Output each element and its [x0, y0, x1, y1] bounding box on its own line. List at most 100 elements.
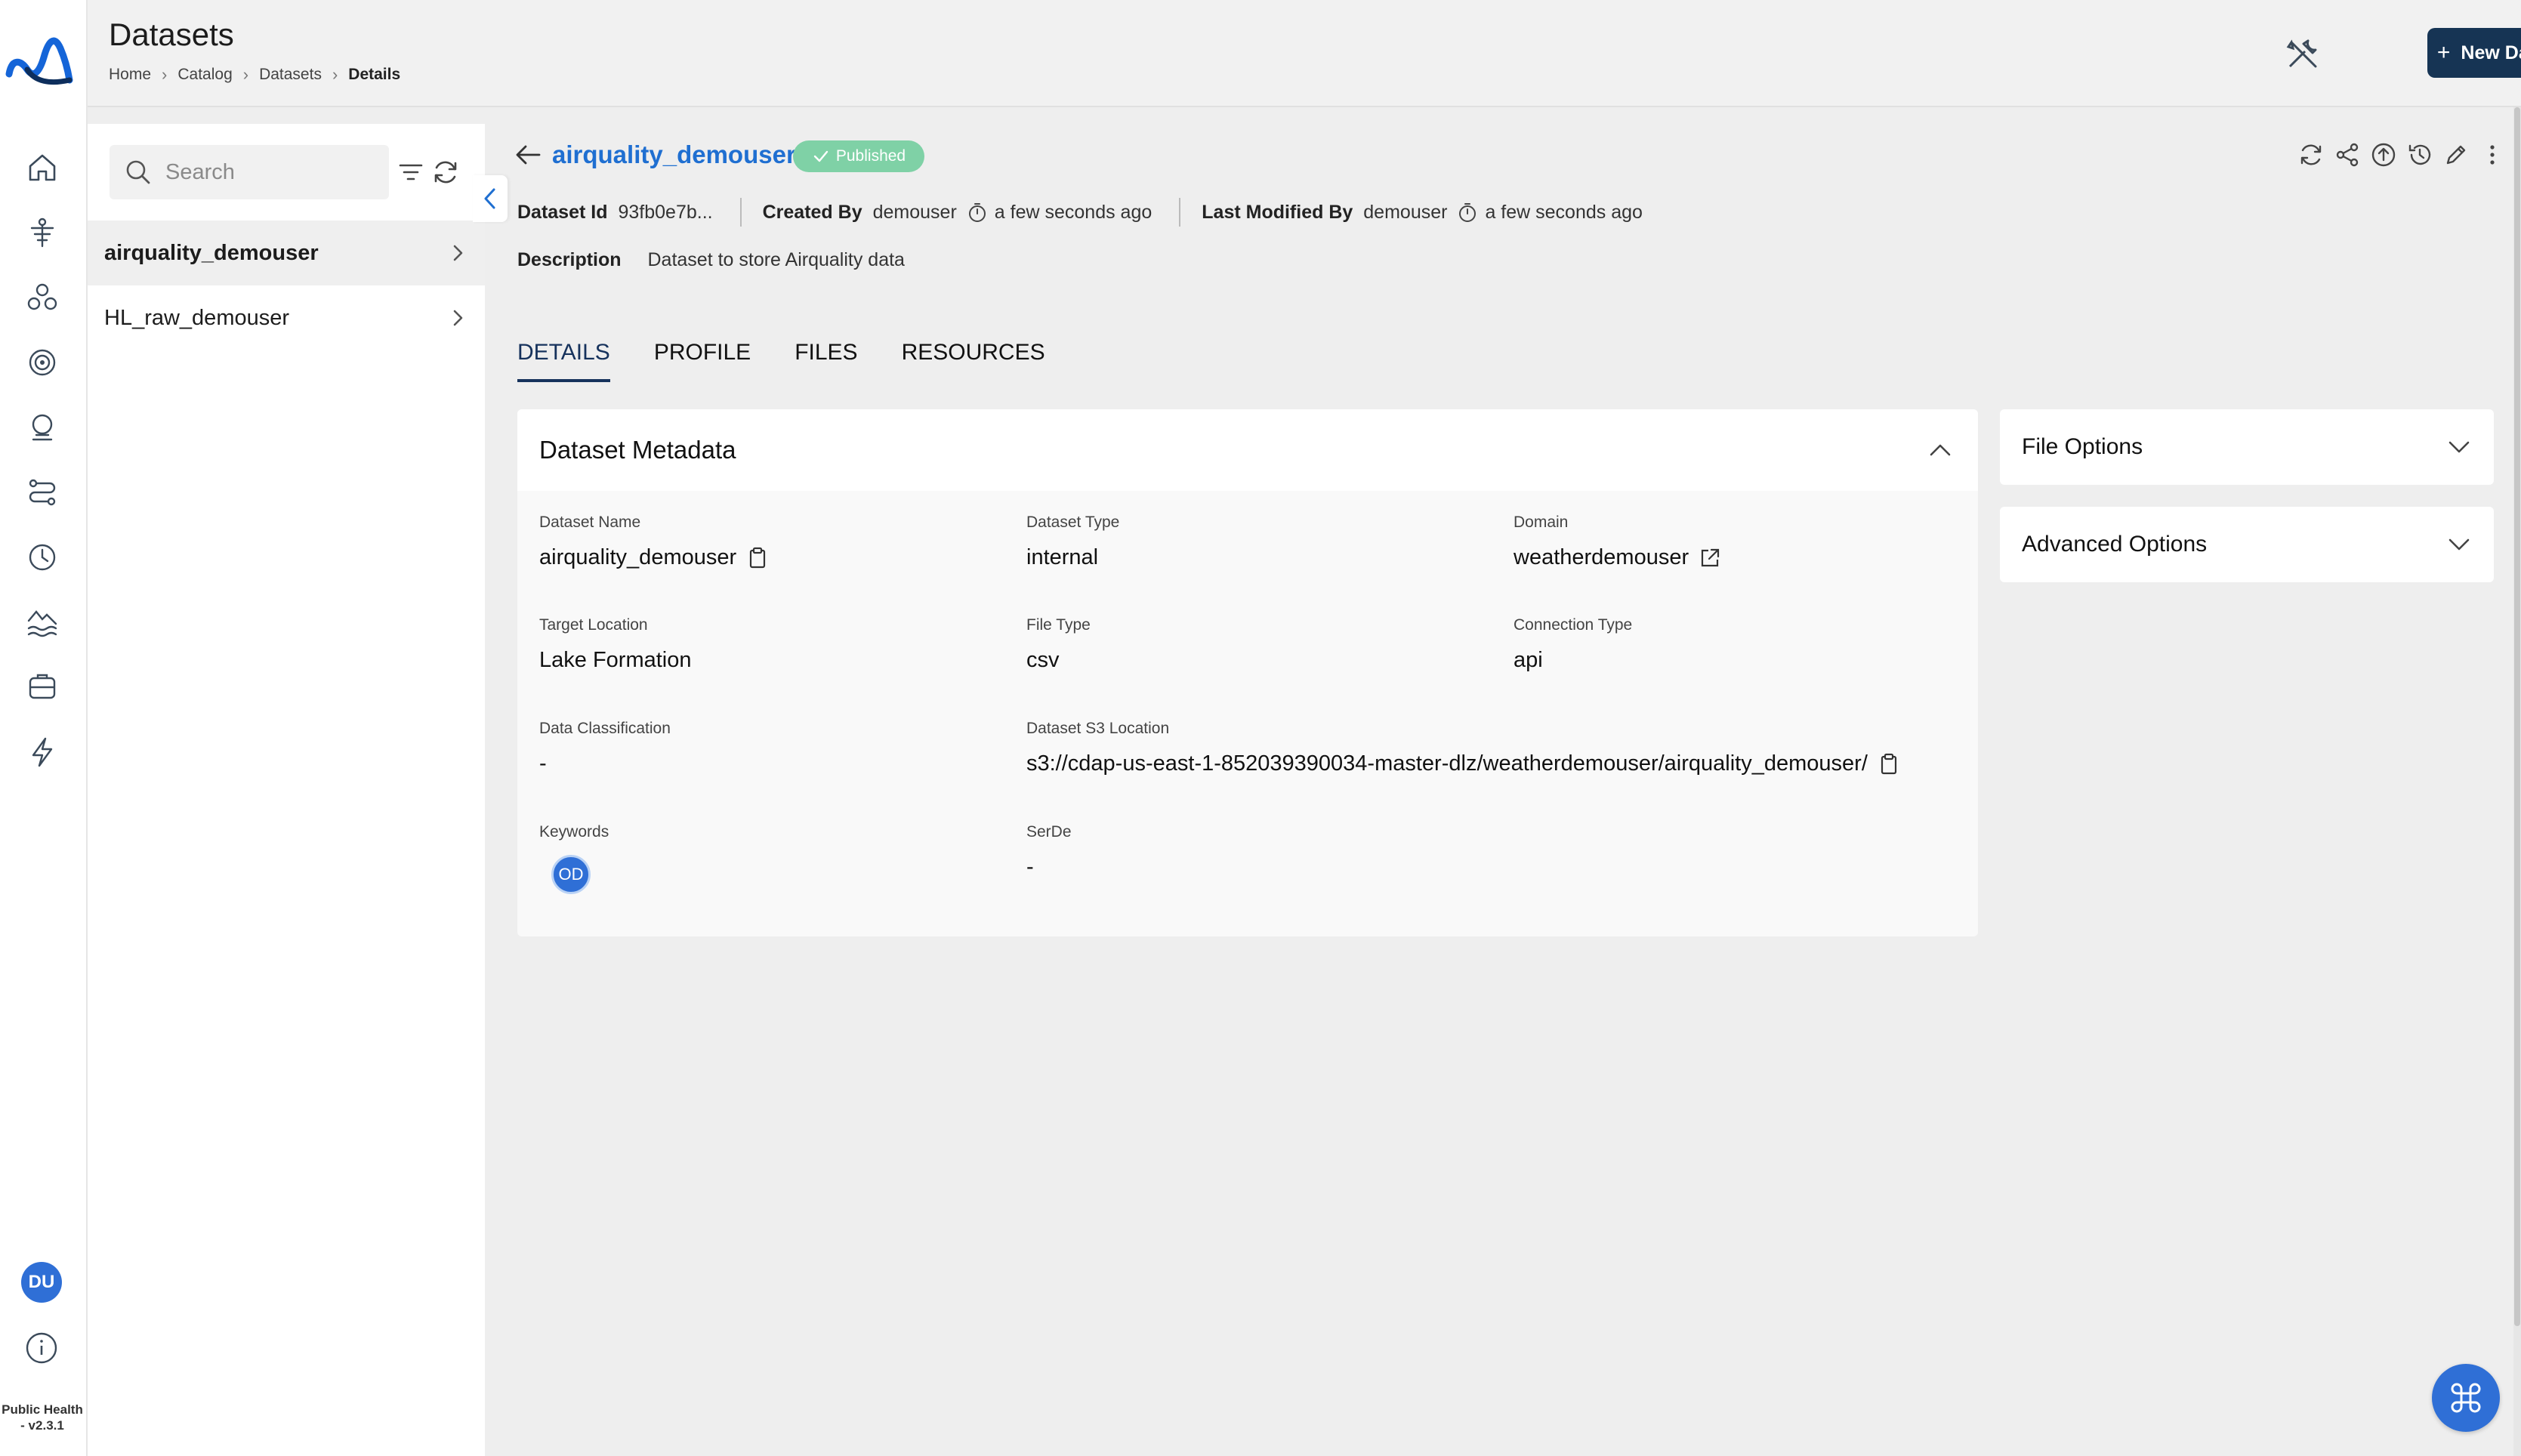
detail-tabs: DETAILS PROFILE FILES RESOURCES [517, 340, 1045, 382]
created-time: a few seconds ago [994, 201, 1153, 223]
field-dataset-name: Dataset Name airquality_demouser [539, 514, 770, 570]
field-keywords: Keywords OD [539, 823, 609, 894]
field-label: SerDe [1026, 823, 1072, 841]
pipeline-icon[interactable] [21, 471, 63, 514]
lake-icon[interactable] [21, 601, 63, 643]
dataset-title: airquality_demouser [552, 140, 796, 168]
chevron-up-icon[interactable] [1925, 435, 1955, 465]
field-value: Lake Formation [539, 648, 692, 672]
keyword-avatar[interactable]: OD [551, 855, 591, 894]
list-item[interactable]: airquality_demouser [88, 221, 485, 285]
meta-divider [739, 198, 742, 227]
field-value: - [539, 751, 547, 776]
dataset-id-label: Dataset Id [517, 201, 608, 223]
storage-icon[interactable] [21, 666, 63, 708]
history-icon[interactable] [2406, 139, 2433, 171]
field-label: Keywords [539, 823, 609, 841]
dataset-metadata-card: Dataset Metadata Dataset Name airquality… [517, 409, 1978, 936]
chevron-left-icon [484, 188, 495, 209]
new-dataset-label: New Dataset [2461, 42, 2521, 63]
monitor-icon[interactable] [21, 406, 63, 449]
field-label: File Type [1026, 616, 1091, 634]
chevron-right-icon [453, 310, 463, 326]
chevron-down-icon [2448, 538, 2470, 551]
breadcrumb: Home › Catalog › Datasets › Details [109, 65, 400, 85]
metadata-card-title: Dataset Metadata [539, 436, 736, 464]
field-value: - [1026, 855, 1034, 879]
breadcrumb-details: Details [348, 66, 401, 83]
search-box[interactable] [110, 145, 389, 199]
field-label: Connection Type [1514, 616, 1633, 634]
list-item-label: airquality_demouser [104, 240, 319, 265]
description-line: Description Dataset to store Airquality … [517, 249, 905, 271]
metadata-card-header[interactable]: Dataset Metadata [517, 409, 1978, 491]
modified-by-value: demouser [1363, 201, 1448, 223]
advanced-options-panel[interactable]: Advanced Options [2000, 507, 2494, 582]
sync-icon[interactable] [2297, 139, 2325, 171]
home-icon[interactable] [21, 147, 63, 189]
dataset-list-panel: airquality_demouser HL_raw_demouser [88, 124, 485, 1456]
user-avatar[interactable]: DU [21, 1262, 62, 1303]
field-label: Domain [1514, 514, 1569, 531]
field-value[interactable]: weatherdemouser [1514, 545, 1689, 570]
tab-details[interactable]: DETAILS [517, 340, 610, 382]
info-icon[interactable] [24, 1331, 59, 1365]
field-label: Target Location [539, 616, 648, 634]
upload-icon[interactable] [2370, 139, 2397, 171]
new-dataset-button[interactable]: + New Dataset [2427, 28, 2521, 78]
search-input[interactable] [165, 159, 377, 185]
field-s3-location: Dataset S3 Location s3://cdap-us-east-1-… [1026, 720, 1901, 776]
field-dataset-type: Dataset Type internal [1026, 514, 1119, 570]
app-logo-icon[interactable] [5, 27, 74, 88]
field-label: Dataset Name [539, 514, 641, 531]
clock-icon[interactable] [21, 536, 63, 578]
page-title: Datasets [109, 17, 234, 52]
filter-icon[interactable] [396, 157, 426, 187]
dataset-meta-line: Dataset Id 93fb0e7b... Created By demous… [517, 198, 1649, 227]
field-value: api [1514, 648, 1543, 672]
ingestion-icon[interactable] [21, 211, 63, 254]
chevron-right-icon [453, 245, 463, 261]
field-connection-type: Connection Type api [1514, 616, 1632, 673]
status-badge-label: Published [835, 147, 906, 165]
field-value: airquality_demouser [539, 545, 737, 569]
share-icon[interactable] [2334, 139, 2361, 171]
catalog-icon[interactable] [21, 276, 63, 319]
edit-icon[interactable] [2442, 139, 2470, 171]
clipboard-icon[interactable] [1877, 752, 1901, 776]
description-value: Dataset to store Airquality data [647, 249, 905, 270]
breadcrumb-catalog[interactable]: Catalog [177, 66, 232, 84]
target-icon[interactable] [21, 341, 63, 384]
list-item[interactable]: HL_raw_demouser [88, 285, 485, 350]
field-label: Dataset Type [1026, 514, 1120, 531]
clipboard-icon[interactable] [745, 546, 770, 570]
modified-time: a few seconds ago [1485, 201, 1643, 223]
more-vertical-icon[interactable] [2479, 139, 2506, 171]
scrollbar-thumb[interactable] [2514, 107, 2520, 1326]
tab-profile[interactable]: PROFILE [654, 340, 751, 382]
tab-resources[interactable]: RESOURCES [902, 340, 1045, 382]
file-options-panel[interactable]: File Options [2000, 409, 2494, 485]
command-palette-button[interactable] [2432, 1364, 2500, 1432]
plus-icon: + [2436, 40, 2451, 65]
tools-icon[interactable] [2282, 33, 2323, 74]
command-icon [2451, 1383, 2481, 1413]
collapse-panel-button[interactable] [473, 175, 508, 222]
modified-by-label: Last Modified By [1202, 201, 1353, 223]
file-options-label: File Options [2022, 434, 2143, 459]
refresh-icon[interactable] [430, 157, 461, 187]
list-item-label: HL_raw_demouser [104, 305, 290, 330]
back-arrow-icon[interactable] [512, 139, 544, 171]
breadcrumb-datasets[interactable]: Datasets [259, 66, 322, 84]
external-link-icon[interactable] [1698, 546, 1722, 570]
field-value: csv [1026, 648, 1060, 672]
bolt-icon[interactable] [21, 731, 63, 773]
dataset-actions [2297, 139, 2506, 171]
tab-files[interactable]: FILES [795, 340, 857, 382]
field-value: s3://cdap-us-east-1-852039390034-master-… [1026, 751, 1868, 776]
breadcrumb-home[interactable]: Home [109, 66, 151, 84]
page-header: Datasets Home › Catalog › Datasets › Det… [88, 0, 2521, 107]
timer-icon [968, 203, 986, 222]
search-icon [126, 160, 150, 184]
check-icon [813, 150, 829, 162]
